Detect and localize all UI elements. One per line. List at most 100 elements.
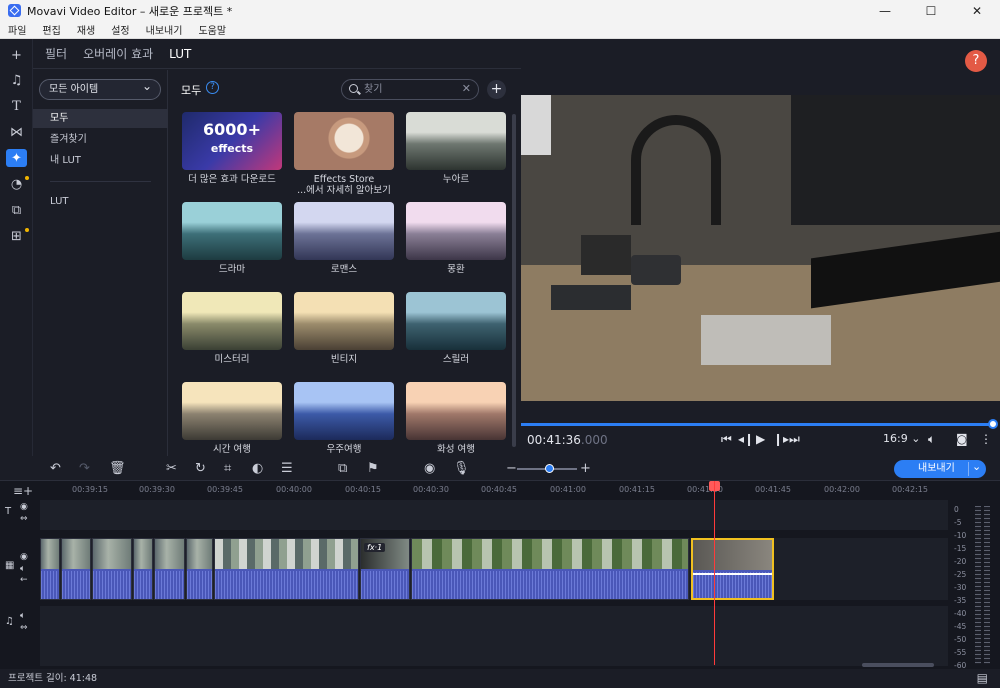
chevron-down-icon[interactable]: ⌄ bbox=[972, 458, 981, 476]
color-adjust-icon[interactable]: ◐ bbox=[252, 461, 263, 476]
redo-icon[interactable]: ↷ bbox=[79, 461, 90, 476]
grid-scrollbar[interactable] bbox=[512, 114, 516, 447]
video-clip[interactable]: fx·1 bbox=[360, 538, 410, 600]
video-clip[interactable] bbox=[214, 538, 359, 600]
track-visibility-icon[interactable]: ◉ bbox=[20, 552, 28, 562]
menu-file[interactable]: 파일 bbox=[0, 22, 34, 37]
help-question-icon[interactable]: ? bbox=[206, 81, 219, 94]
tile-romance[interactable] bbox=[294, 202, 394, 260]
zoom-slider-knob[interactable] bbox=[545, 464, 554, 473]
menu-edit[interactable]: 편집 bbox=[34, 22, 68, 37]
music-track[interactable] bbox=[40, 606, 948, 666]
more-options-icon[interactable]: ⋮ bbox=[980, 432, 992, 446]
menu-export[interactable]: 내보내기 bbox=[138, 22, 191, 37]
tile-vintage[interactable] bbox=[294, 292, 394, 350]
minimize-button[interactable]: — bbox=[862, 0, 908, 21]
playhead[interactable] bbox=[714, 481, 715, 665]
track-link-icon[interactable]: ⇔ bbox=[20, 623, 28, 633]
track-mute-icon[interactable]: 🔈︎ bbox=[20, 564, 25, 574]
tile-download-more[interactable]: 6000+ effects bbox=[182, 112, 282, 170]
webcam-icon[interactable]: ◉ bbox=[424, 461, 435, 476]
crop-icon[interactable]: ⌗ bbox=[224, 461, 231, 476]
zoom-in-icon[interactable]: + bbox=[580, 461, 591, 476]
menu-settings[interactable]: 설정 bbox=[103, 22, 137, 37]
tile-dream[interactable] bbox=[406, 202, 506, 260]
fx-badge[interactable]: fx·1 bbox=[364, 543, 386, 552]
delete-icon[interactable]: 🗑︎ bbox=[109, 461, 126, 476]
category-lut[interactable]: LUT bbox=[33, 192, 168, 211]
video-clip[interactable] bbox=[154, 538, 185, 600]
selected-video-clip[interactable] bbox=[691, 538, 774, 600]
tile-drama[interactable] bbox=[182, 202, 282, 260]
category-all[interactable]: 모두 bbox=[33, 109, 168, 128]
titles-icon[interactable]: T bbox=[6, 97, 27, 115]
play-icon[interactable]: ▶ bbox=[756, 432, 765, 446]
aspect-ratio-select[interactable]: 16:9 ⌄ bbox=[883, 432, 920, 445]
menu-help[interactable]: 도움말 bbox=[190, 22, 234, 37]
clear-search-icon[interactable]: ✕ bbox=[462, 79, 471, 98]
export-button[interactable]: 내보내기 ⌄ bbox=[894, 460, 986, 478]
meter-label: -40 bbox=[954, 609, 967, 618]
music-icon[interactable]: ♫ bbox=[6, 71, 27, 89]
marker-icon[interactable]: ⚑ bbox=[367, 461, 379, 476]
timeline-ruler[interactable]: 00:39:15 00:39:30 00:39:45 00:40:00 00:4… bbox=[40, 481, 948, 499]
prev-frame-icon[interactable]: ◂❙ bbox=[738, 432, 754, 446]
rotate-icon[interactable]: ↻ bbox=[195, 461, 206, 476]
preview-seekbar[interactable] bbox=[521, 423, 993, 426]
menu-playback[interactable]: 재생 bbox=[69, 22, 103, 37]
more-tools-icon[interactable]: ⊞ bbox=[6, 227, 27, 245]
close-button[interactable]: ✕ bbox=[954, 0, 1000, 21]
overlay-icon[interactable]: ⧉ bbox=[338, 461, 347, 476]
video-clip[interactable] bbox=[411, 538, 689, 600]
tile-time-travel[interactable] bbox=[182, 382, 282, 440]
track-link-icon[interactable]: ← bbox=[20, 575, 28, 585]
timeline-scrollbar[interactable] bbox=[862, 663, 934, 667]
maximize-button[interactable]: ☐ bbox=[908, 0, 954, 21]
volume-line[interactable] bbox=[693, 573, 772, 575]
skip-end-icon[interactable]: ⏭ bbox=[789, 432, 800, 447]
tile-mars-travel[interactable] bbox=[406, 382, 506, 440]
add-lut-button[interactable]: + bbox=[487, 80, 506, 99]
help-button[interactable]: ? bbox=[965, 50, 987, 72]
video-clip[interactable] bbox=[92, 538, 132, 600]
microphone-icon[interactable]: 🎙︎ bbox=[453, 461, 470, 476]
title-track[interactable] bbox=[40, 500, 948, 530]
tab-overlay[interactable]: 오버레이 효과 bbox=[83, 45, 153, 62]
track-link-icon[interactable]: ⇔ bbox=[20, 514, 28, 524]
cut-icon[interactable]: ✂ bbox=[166, 461, 177, 476]
video-clip[interactable] bbox=[133, 538, 153, 600]
tab-lut[interactable]: LUT bbox=[169, 47, 191, 61]
volume-icon[interactable]: 🔈︎ bbox=[928, 432, 935, 447]
next-frame-icon[interactable]: ❙▸ bbox=[773, 432, 789, 446]
ruler-label: 00:40:45 bbox=[481, 485, 517, 494]
add-files-icon[interactable]: + bbox=[6, 46, 27, 64]
video-clip[interactable] bbox=[40, 538, 60, 600]
tile-noir[interactable] bbox=[406, 112, 506, 170]
transitions-icon[interactable]: ⋈ bbox=[6, 123, 27, 141]
track-mute-icon[interactable]: 🔈︎ bbox=[20, 611, 25, 621]
tile-thriller[interactable] bbox=[406, 292, 506, 350]
tile-space-travel[interactable] bbox=[294, 382, 394, 440]
tab-filters[interactable]: 필터 bbox=[45, 45, 67, 62]
seekbar-knob[interactable] bbox=[988, 419, 998, 429]
skip-start-icon[interactable]: ⏮ bbox=[721, 432, 732, 447]
video-clip[interactable] bbox=[186, 538, 213, 600]
search-input[interactable]: 찾기 ✕ bbox=[341, 79, 479, 100]
filters-icon[interactable]: ✦ bbox=[6, 149, 27, 167]
tile-mystery[interactable] bbox=[182, 292, 282, 350]
video-clip[interactable] bbox=[61, 538, 91, 600]
track-visibility-icon[interactable]: ◉ bbox=[20, 502, 28, 512]
media-icon[interactable]: ⧉ bbox=[6, 201, 27, 219]
undo-icon[interactable]: ↶ bbox=[50, 461, 61, 476]
new-dot bbox=[25, 228, 29, 232]
add-track-icon[interactable]: ≡+ bbox=[13, 484, 33, 498]
clip-properties-icon[interactable]: ☰ bbox=[281, 461, 293, 476]
category-favorites[interactable]: 즐겨찾기 bbox=[33, 130, 168, 149]
snapshot-icon[interactable]: ◙ bbox=[956, 432, 968, 446]
category-dropdown[interactable]: 모든 아이템 bbox=[39, 77, 161, 100]
tile-effects-store[interactable] bbox=[294, 112, 394, 170]
zoom-out-icon[interactable]: − bbox=[506, 461, 517, 476]
category-my-lut[interactable]: 내 LUT bbox=[33, 151, 168, 170]
stickers-icon[interactable]: ◔ bbox=[6, 175, 27, 193]
layout-icon[interactable]: ▤ bbox=[977, 669, 988, 688]
